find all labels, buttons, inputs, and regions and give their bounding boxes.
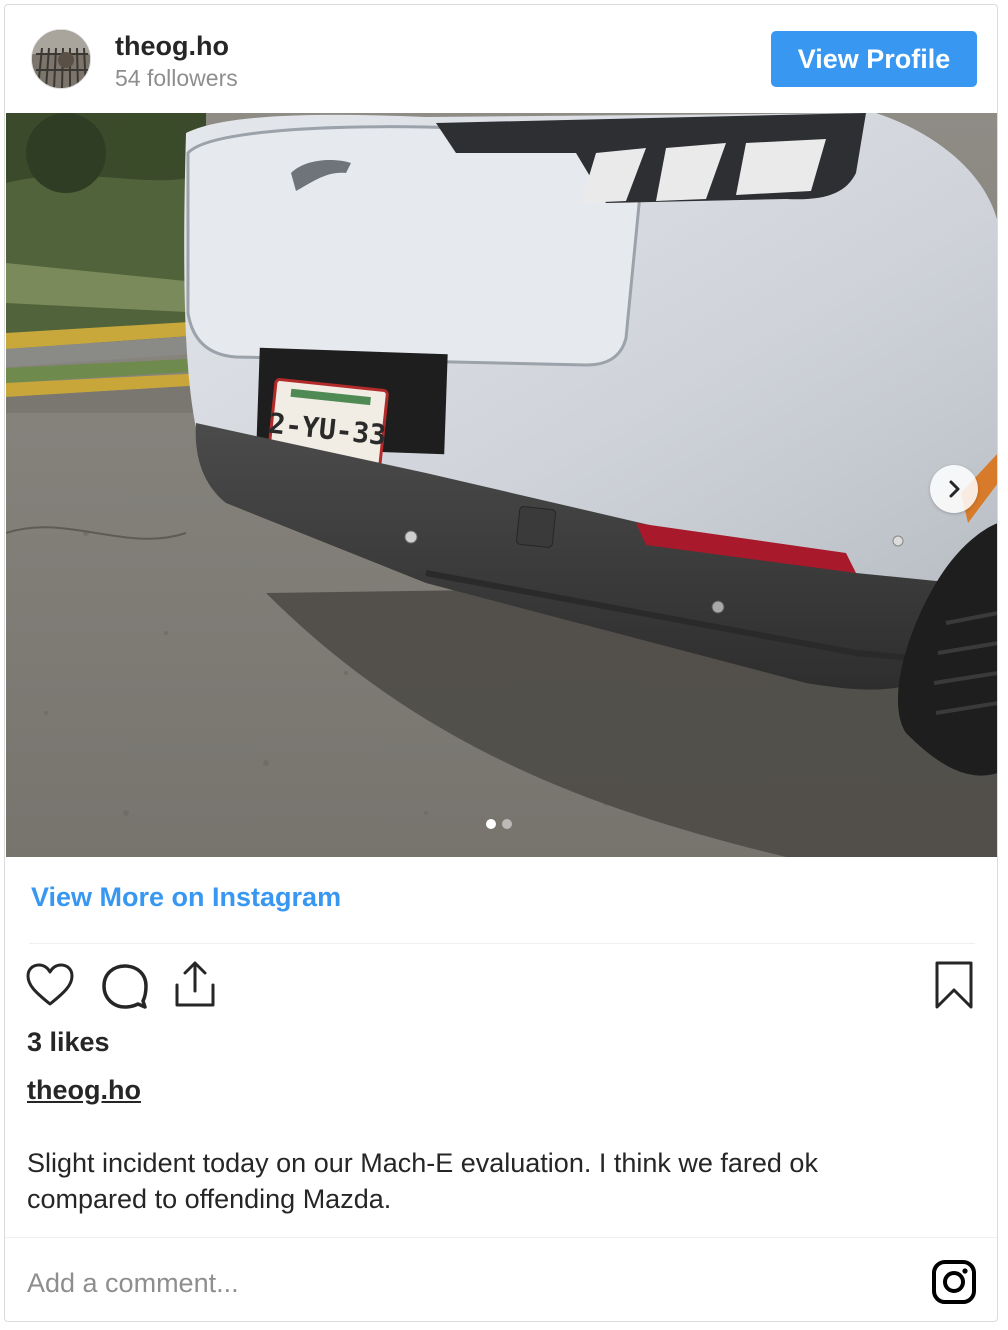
carousel-next-button[interactable]: [930, 465, 978, 513]
save-button[interactable]: [933, 959, 975, 1016]
avatar[interactable]: [31, 29, 91, 89]
comment-button[interactable]: [99, 961, 149, 1016]
view-more-link[interactable]: View More on Instagram: [31, 882, 341, 913]
carousel-dot-active: [486, 819, 496, 829]
heart-icon: [26, 963, 74, 1006]
bookmark-icon: [935, 961, 973, 1009]
avatar-image: [32, 30, 90, 88]
post-photo[interactable]: 2-YU-33: [6, 113, 997, 857]
caption-username[interactable]: theog.ho: [27, 1075, 141, 1106]
carousel-dot: [502, 819, 512, 829]
post-header: theog.ho 54 followers View Profile: [5, 5, 997, 113]
comment-input[interactable]: [27, 1263, 887, 1303]
instagram-logo[interactable]: [931, 1259, 977, 1305]
comment-icon: [102, 964, 148, 1009]
follower-count: 54 followers: [115, 65, 238, 91]
divider: [5, 1237, 997, 1238]
chevron-right-icon: [949, 480, 960, 498]
share-icon: [175, 961, 215, 1007]
caption-text: Slight incident today on our Mach-E eval…: [27, 1148, 818, 1214]
likes-count: 3 likes: [27, 1027, 110, 1057]
divider: [29, 943, 975, 944]
profile-username[interactable]: theog.ho: [115, 31, 229, 62]
view-profile-button[interactable]: View Profile: [771, 31, 977, 87]
like-button[interactable]: [25, 961, 75, 1014]
car-bumper-image: 2-YU-33: [6, 113, 997, 857]
carousel-indicator: [486, 819, 512, 829]
share-button[interactable]: [171, 959, 219, 1016]
instagram-icon: [932, 1260, 976, 1304]
instagram-embed-card: theog.ho 54 followers View Profile 2-YU-…: [4, 4, 998, 1322]
